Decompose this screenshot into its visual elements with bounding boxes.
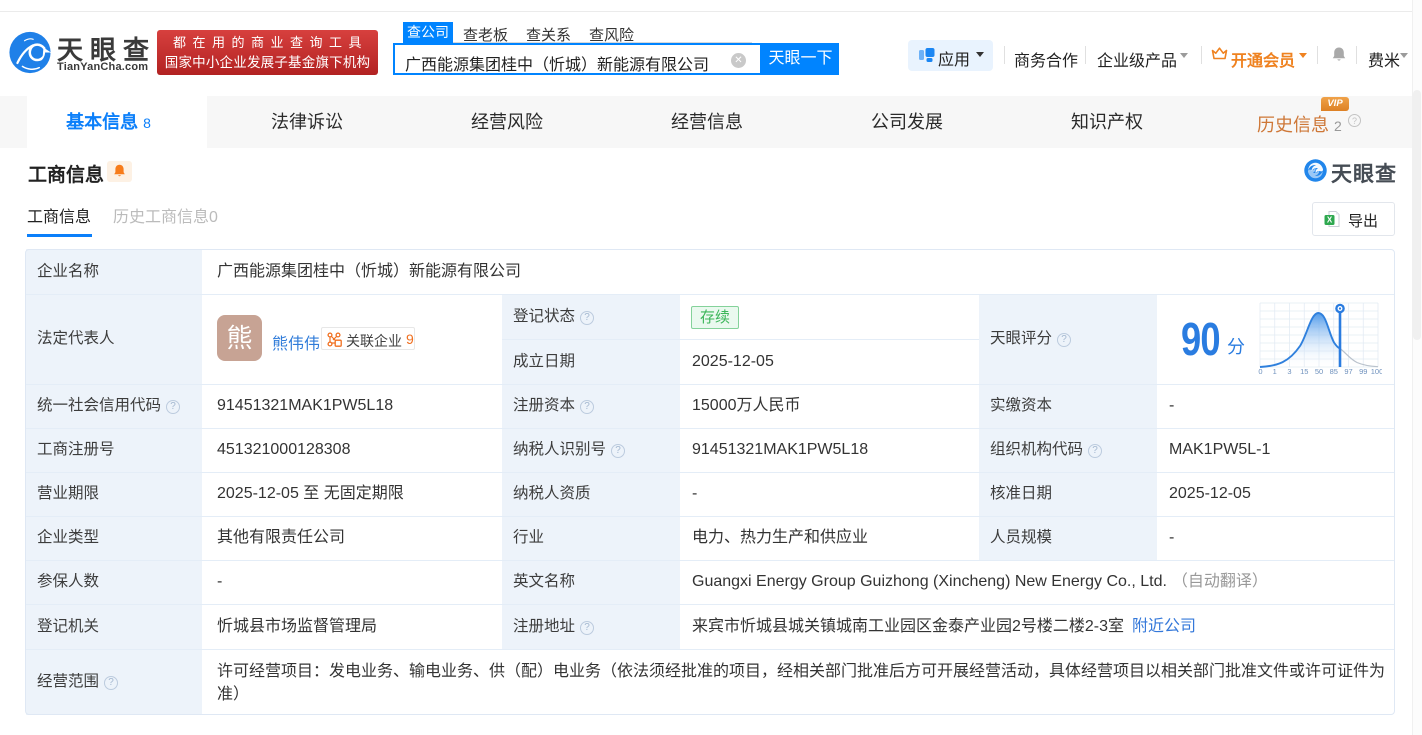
svg-text:97: 97	[1344, 367, 1352, 375]
svg-text:15: 15	[1300, 367, 1308, 375]
svg-text:3: 3	[1287, 367, 1291, 375]
svg-text:85: 85	[1330, 367, 1338, 375]
svg-text:99: 99	[1359, 367, 1367, 375]
svg-text:0: 0	[1258, 367, 1262, 375]
svg-text:1: 1	[1273, 367, 1277, 375]
svg-text:100: 100	[1371, 367, 1382, 375]
svg-text:X: X	[1327, 216, 1333, 225]
svg-text:50: 50	[1315, 367, 1323, 375]
